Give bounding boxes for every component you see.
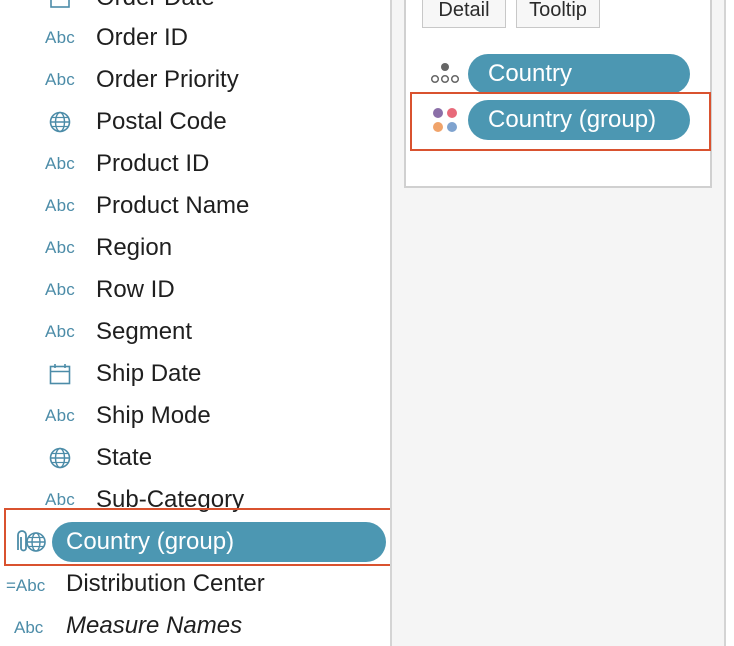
abc-text: Abc [45,238,75,257]
field-row-postal-code[interactable]: Postal Code [0,102,390,142]
tableau-workspace: Order Date Abc Order ID Abc Order Priori… [0,0,734,646]
string-type-icon: Abc [40,18,80,58]
detail-button[interactable]: Detail [422,0,506,28]
string-type-icon: Abc [40,228,80,268]
field-label: Product ID [96,150,210,177]
field-row-region[interactable]: Abc Region [0,228,390,268]
string-type-icon: Abc [40,144,80,184]
globe-icon [40,102,80,142]
field-row-measure-names[interactable]: Measure Names [66,606,242,646]
field-row-row-id[interactable]: Abc Row ID [0,270,390,310]
field-row-segment[interactable]: Abc Segment [0,312,390,352]
country-pill[interactable]: Country [468,54,690,94]
view-edge [726,0,734,646]
abc-text: Abc [45,196,75,215]
detail-icon [428,58,462,92]
string-type-icon: Abc [40,270,80,310]
field-label: Ship Date [96,360,202,387]
field-row-ship-mode[interactable]: Abc Ship Mode [0,396,390,436]
abc-text: Abc [45,322,75,341]
string-type-icon: Abc [14,618,44,637]
abc-text: Abc [45,406,75,425]
field-row-order-date[interactable]: Order Date [0,0,390,18]
field-row-product-name[interactable]: Abc Product Name [0,186,390,226]
field-label: Order ID [96,24,189,51]
field-label: Segment [96,318,193,345]
field-row-product-id[interactable]: Abc Product ID [0,144,390,184]
calendar-icon [40,0,80,18]
field-label: Ship Mode [96,402,211,429]
field-label: Region [96,234,173,261]
field-label: State [96,444,153,471]
field-label: Row ID [96,276,175,303]
abc-text: Abc [45,154,75,173]
globe-icon [40,438,80,478]
field-label: Postal Code [96,108,227,135]
field-row-order-priority[interactable]: Abc Order Priority [0,60,390,100]
string-type-icon: Abc [40,396,80,436]
field-row-order-id[interactable]: Abc Order ID [0,18,390,58]
abc-text: Abc [45,490,75,509]
calendar-icon [40,354,80,394]
field-row-distribution-center[interactable]: Distribution Center [66,564,265,604]
field-label: Product Name [96,192,250,219]
highlight-box-marks [410,92,711,151]
abc-text: Abc [45,28,75,47]
abc-text: Abc [45,70,75,89]
field-label: Order Date [96,0,215,18]
string-type-icon: Abc [40,60,80,100]
highlight-box-left [4,508,403,566]
string-type-icon: Abc [40,186,80,226]
field-row-ship-date[interactable]: Ship Date [0,354,390,394]
field-label: Order Priority [96,66,239,93]
string-type-icon: =Abc [6,576,46,595]
field-row-state[interactable]: State [0,438,390,478]
tooltip-button[interactable]: Tooltip [516,0,600,28]
string-type-icon: Abc [40,312,80,352]
abc-text: Abc [45,280,75,299]
